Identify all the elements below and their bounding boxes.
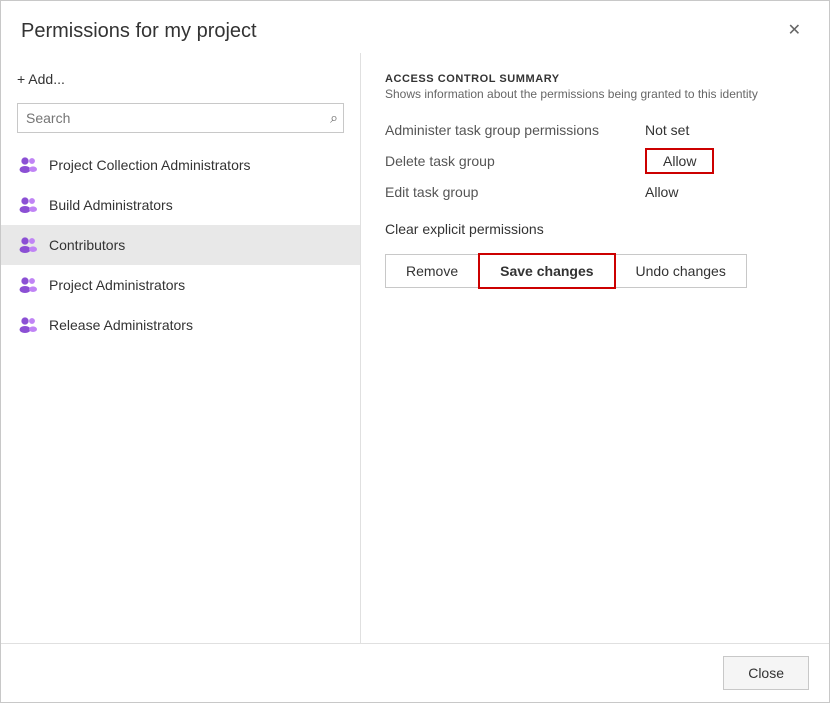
dialog-body: + Add... ⌕ Project Collection Administra… (1, 53, 829, 643)
left-panel: + Add... ⌕ Project Collection Administra… (1, 53, 361, 643)
identity-item-project-collection-admins[interactable]: Project Collection Administrators (1, 145, 360, 185)
dialog-footer: Close (1, 643, 829, 702)
group-icon (17, 234, 39, 256)
dialog-header: Permissions for my project ✕ (1, 1, 829, 53)
permissions-table: Administer task group permissionsNot set… (385, 117, 805, 205)
undo-changes-button[interactable]: Undo changes (615, 254, 747, 288)
group-icon (17, 274, 39, 296)
permission-value: Allow (645, 148, 714, 174)
close-icon-button[interactable]: ✕ (780, 19, 809, 43)
identity-label: Build Administrators (49, 197, 173, 213)
identity-item-build-admins[interactable]: Build Administrators (1, 185, 360, 225)
permission-label: Delete task group (385, 143, 645, 179)
identity-item-release-admins[interactable]: Release Administrators (1, 305, 360, 345)
permission-row-delete: Delete task groupAllow (385, 143, 805, 179)
search-input[interactable] (17, 103, 344, 133)
search-icon[interactable]: ⌕ (330, 110, 338, 127)
identity-label: Project Administrators (49, 277, 185, 293)
permission-value: Not set (645, 122, 689, 138)
permission-row-edit: Edit task groupAllow (385, 179, 805, 205)
identity-label: Contributors (49, 237, 125, 253)
access-control-subtitle: Shows information about the permissions … (385, 87, 805, 101)
permission-value: Allow (645, 184, 678, 200)
permission-row-administer: Administer task group permissionsNot set (385, 117, 805, 143)
identity-label: Release Administrators (49, 317, 193, 333)
access-control-title: ACCESS CONTROL SUMMARY (385, 73, 805, 85)
group-icon (17, 154, 39, 176)
action-buttons: Remove Save changes Undo changes (385, 253, 805, 289)
identity-item-project-admins[interactable]: Project Administrators (1, 265, 360, 305)
save-changes-button[interactable]: Save changes (478, 253, 615, 289)
permission-label: Edit task group (385, 179, 645, 205)
group-icon (17, 314, 39, 336)
add-identity-button[interactable]: + Add... (1, 63, 360, 95)
permissions-dialog: Permissions for my project ✕ + Add... ⌕ … (0, 0, 830, 703)
right-panel: ACCESS CONTROL SUMMARY Shows information… (361, 53, 829, 643)
permission-label: Administer task group permissions (385, 117, 645, 143)
footer-close-button[interactable]: Close (723, 656, 809, 690)
identity-list: Project Collection Administrators Build … (1, 145, 360, 633)
clear-permissions-label: Clear explicit permissions (385, 221, 805, 237)
remove-button[interactable]: Remove (385, 254, 479, 288)
group-icon (17, 194, 39, 216)
search-wrapper: ⌕ (17, 103, 344, 133)
dialog-title: Permissions for my project (21, 20, 257, 43)
identity-label: Project Collection Administrators (49, 157, 251, 173)
identity-item-contributors[interactable]: Contributors (1, 225, 360, 265)
